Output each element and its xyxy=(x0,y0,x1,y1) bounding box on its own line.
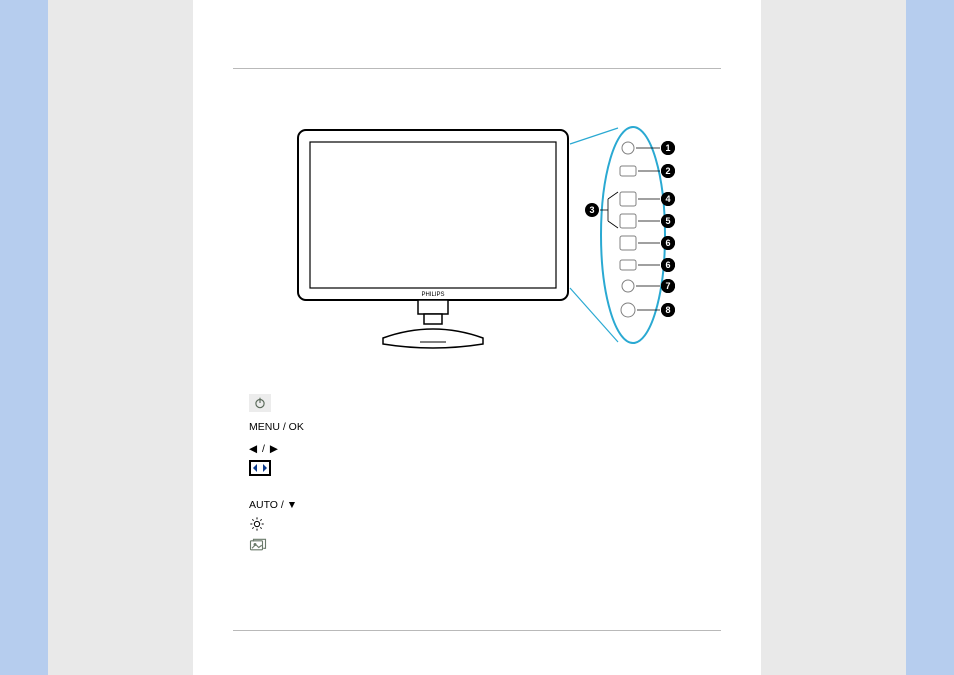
divider-bottom xyxy=(233,630,721,631)
legend-list: MENU / OK ◀ / ▶ AUTO / ▼ xyxy=(249,395,304,561)
right-margin xyxy=(761,0,906,675)
legend-item-leftright: ◀ / ▶ xyxy=(249,439,304,461)
svg-text:4: 4 xyxy=(665,194,670,204)
content-area: PHILIPS xyxy=(193,0,761,675)
svg-text:5: 5 xyxy=(665,216,670,226)
brightness-icon xyxy=(249,516,277,540)
legend-item-brightness xyxy=(249,517,304,539)
svg-text:7: 7 xyxy=(665,281,670,291)
smartimage-icon xyxy=(249,538,277,562)
svg-text:2: 2 xyxy=(665,166,670,176)
legend-label: AUTO / ▼ xyxy=(249,496,297,516)
legend-label: ◀ / ▶ xyxy=(249,440,279,460)
legend-item-smartimage xyxy=(249,539,304,561)
legend-item-wideformat xyxy=(249,461,304,483)
divider-top xyxy=(233,68,721,69)
left-margin xyxy=(48,0,193,675)
svg-text:3: 3 xyxy=(589,205,594,215)
wideformat-icon xyxy=(249,460,277,484)
svg-text:6: 6 xyxy=(665,238,670,248)
legend-item-power xyxy=(249,395,304,417)
legend-label: MENU / OK xyxy=(249,418,304,438)
svg-text:1: 1 xyxy=(665,143,670,153)
power-icon xyxy=(249,394,277,418)
page: PHILIPS xyxy=(48,0,906,675)
viewport: PHILIPS xyxy=(0,0,954,675)
svg-text:8: 8 xyxy=(665,305,670,315)
svg-text:6: 6 xyxy=(665,260,670,270)
legend-item-menu: MENU / OK xyxy=(249,417,304,439)
monitor-diagram: PHILIPS xyxy=(288,120,688,370)
brand-label: PHILIPS xyxy=(421,292,444,298)
legend-item-auto: AUTO / ▼ xyxy=(249,495,304,517)
